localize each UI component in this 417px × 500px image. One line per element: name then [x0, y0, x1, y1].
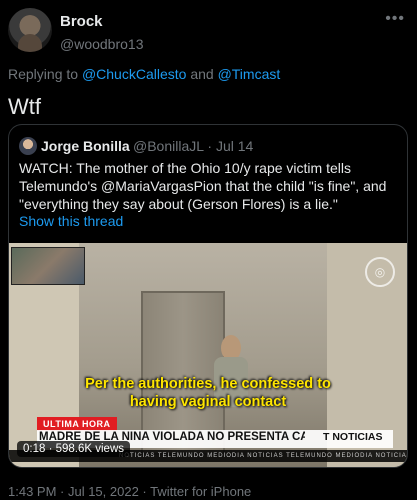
- subtitle-line: having vaginal contact: [129, 394, 287, 410]
- camera-watermark-icon: ◎: [365, 257, 395, 287]
- tweet-text: Wtf: [8, 94, 41, 119]
- author-handle[interactable]: @woodbro13: [60, 36, 144, 52]
- subtitle-line: Per the authorities, he confessed to: [85, 376, 331, 392]
- show-thread-link[interactable]: Show this thread: [19, 213, 123, 229]
- video-subtitle: Per the authorities, he confessed to hav…: [9, 375, 407, 411]
- video-views-badge: 0:18 · 598.6K views: [17, 441, 131, 457]
- more-options-icon[interactable]: •••: [385, 10, 405, 28]
- video-inset-thumbnail: [11, 247, 85, 285]
- tweet-timestamp[interactable]: 1:43 PM · Jul 15, 2022 · Twitter for iPh…: [8, 484, 251, 499]
- quoted-tweet-text: WATCH: The mother of the Ohio 10/y rape …: [19, 160, 387, 212]
- avatar[interactable]: [8, 8, 52, 52]
- breaking-news-badge: ULTIMA HORA: [37, 417, 117, 431]
- tweet-header: Brock @woodbro13 •••: [8, 8, 409, 56]
- reply-prefix: Replying to: [8, 66, 79, 82]
- quoted-avatar: [19, 137, 37, 155]
- quoted-author-name: Jorge Bonilla: [41, 138, 130, 154]
- reply-context: Replying to @ChuckCallesto and @Timcast: [8, 66, 280, 82]
- video-player[interactable]: ◎ Per the authorities, he confessed to h…: [9, 243, 407, 467]
- quoted-handle-date: @BonillaJL · Jul 14: [133, 138, 254, 154]
- network-name: NOTICIAS: [332, 431, 383, 443]
- quoted-tweet-card[interactable]: Jorge Bonilla @BonillaJL · Jul 14 WATCH:…: [8, 124, 408, 468]
- mention-link[interactable]: @Timcast: [218, 66, 281, 82]
- reply-conjunction: and: [190, 66, 214, 82]
- author-display-name[interactable]: Brock: [60, 13, 103, 30]
- mention-link[interactable]: @ChuckCallesto: [82, 66, 186, 82]
- telemundo-t-icon: T: [323, 431, 330, 443]
- network-logo: T NOTICIAS: [323, 431, 383, 443]
